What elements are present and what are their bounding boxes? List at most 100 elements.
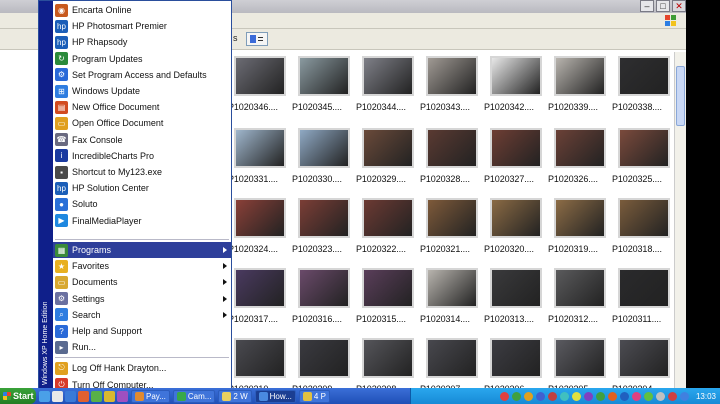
- menu-item-run[interactable]: ▸ Run...: [53, 339, 231, 355]
- thumbnail-item[interactable]: P1020338....: [612, 56, 674, 120]
- task-button[interactable]: 2 W: [218, 389, 252, 403]
- thumbnail-item[interactable]: P1020343....: [420, 56, 490, 120]
- menu-item-new-office-document[interactable]: ▤ New Office Document: [53, 99, 231, 115]
- menu-item-open-office-document[interactable]: ▭ Open Office Document: [53, 115, 231, 131]
- task-button[interactable]: 4 P: [298, 389, 330, 403]
- thumbnail-item[interactable]: P1020305....: [548, 338, 618, 388]
- thumbnail-item[interactable]: P1020309....: [292, 338, 362, 388]
- quick-launch-icon[interactable]: [117, 390, 128, 402]
- tray-icon[interactable]: [511, 391, 521, 401]
- task-button[interactable]: How...: [254, 389, 296, 403]
- menu-item-encarta-online[interactable]: ◉ Encarta Online: [53, 2, 231, 18]
- thumbnail-item[interactable]: P1020319....: [548, 198, 618, 262]
- views-button[interactable]: [246, 32, 268, 46]
- thumbnail-item[interactable]: P1020324....: [228, 198, 298, 262]
- menu-item-hp-rhapsody[interactable]: hp HP Rhapsody: [53, 34, 231, 50]
- taskbar: Start Pay... Cam... 2 W How... 4 P 13:03: [0, 388, 720, 404]
- menu-item-favorites[interactable]: ★ Favorites: [53, 258, 231, 274]
- close-button[interactable]: ✕: [672, 0, 686, 12]
- thumbnail-item[interactable]: P1020311....: [612, 268, 674, 332]
- thumbnail-item[interactable]: P1020318....: [612, 198, 674, 262]
- minimize-button[interactable]: –: [640, 0, 654, 12]
- menu-item-shortcut-to-my123-exe[interactable]: ▪ Shortcut to My123.exe: [53, 164, 231, 180]
- menu-item-documents[interactable]: ▭ Documents: [53, 274, 231, 290]
- tray-icon[interactable]: [655, 391, 665, 401]
- submenu-arrow-icon: [223, 247, 227, 253]
- tray-icon[interactable]: [619, 391, 629, 401]
- thumbnail-item[interactable]: P1020346....: [228, 56, 298, 120]
- thumbnail-item[interactable]: P1020321....: [420, 198, 490, 262]
- thumbnail-item[interactable]: P1020329....: [356, 128, 426, 192]
- thumbnail-item[interactable]: P1020325....: [612, 128, 674, 192]
- thumbnail-item[interactable]: P1020342....: [484, 56, 554, 120]
- thumbnail-item[interactable]: P1020330....: [292, 128, 362, 192]
- tray-icon[interactable]: [631, 391, 641, 401]
- start-button[interactable]: Start: [0, 388, 36, 404]
- tray-icon[interactable]: [499, 391, 509, 401]
- tray-icon[interactable]: [583, 391, 593, 401]
- tray-icon[interactable]: [679, 391, 689, 401]
- thumbnail-item[interactable]: P1020310....: [228, 338, 298, 388]
- menu-item-fax-console[interactable]: ☎ Fax Console: [53, 132, 231, 148]
- menu-item-settings[interactable]: ⚙ Settings: [53, 291, 231, 307]
- tray-icon[interactable]: [535, 391, 545, 401]
- thumbnail-item[interactable]: P1020314....: [420, 268, 490, 332]
- quick-launch-icon[interactable]: [39, 390, 50, 402]
- menu-item-hp-solution-center[interactable]: hp HP Solution Center: [53, 180, 231, 196]
- thumbnail-item[interactable]: P1020323....: [292, 198, 362, 262]
- thumbnail-item[interactable]: P1020328....: [420, 128, 490, 192]
- menu-item-program-updates[interactable]: ↻ Program Updates: [53, 51, 231, 67]
- thumbnail-item[interactable]: P1020306....: [484, 338, 554, 388]
- vertical-scrollbar[interactable]: [674, 52, 686, 390]
- menu-item-finalmediaplayer[interactable]: ▶ FinalMediaPlayer: [53, 213, 231, 229]
- thumbnail-item[interactable]: P1020315....: [356, 268, 426, 332]
- menu-item-log-off-hank-drayton[interactable]: ⎋ Log Off Hank Drayton...: [53, 360, 231, 376]
- tray-icon[interactable]: [607, 391, 617, 401]
- menu-item-label: Help and Support: [72, 326, 143, 336]
- quick-launch-icon[interactable]: [78, 390, 89, 402]
- thumbnail-item[interactable]: P1020304....: [612, 338, 674, 388]
- thumbnail-item[interactable]: P1020316....: [292, 268, 362, 332]
- thumbnail-item[interactable]: P1020317....: [228, 268, 298, 332]
- tray-icon[interactable]: [643, 391, 653, 401]
- quick-launch-icon[interactable]: [104, 390, 115, 402]
- menu-item-search[interactable]: ⌕ Search: [53, 307, 231, 323]
- tray-icon[interactable]: [523, 391, 533, 401]
- thumbnail-item[interactable]: P1020320....: [484, 198, 554, 262]
- menu-item-hp-photosmart-premier[interactable]: hp HP Photosmart Premier: [53, 18, 231, 34]
- quick-launch-icon[interactable]: [91, 390, 102, 402]
- thumbnail-item[interactable]: P1020313....: [484, 268, 554, 332]
- thumbnail-item[interactable]: P1020339....: [548, 56, 618, 120]
- menu-item-programs[interactable]: ▦ Programs: [53, 242, 231, 258]
- menu-item-windows-update[interactable]: ⊞ Windows Update: [53, 83, 231, 99]
- start-menu-edition-text: Windows XP Home Edition: [42, 301, 49, 385]
- task-button[interactable]: Cam...: [172, 389, 216, 403]
- menu-item-incrediblecharts-pro[interactable]: i IncredibleCharts Pro: [53, 148, 231, 164]
- menu-item-soluto[interactable]: ● Soluto: [53, 196, 231, 212]
- menu-item-label: Search: [72, 309, 101, 320]
- quick-launch-icon[interactable]: [65, 390, 76, 402]
- task-button[interactable]: Pay...: [131, 389, 170, 403]
- tray-icon[interactable]: [559, 391, 569, 401]
- thumbnail-item[interactable]: P1020326....: [548, 128, 618, 192]
- thumbnail-image: [362, 128, 414, 168]
- thumbnail-image: [554, 128, 606, 168]
- tray-icon[interactable]: [547, 391, 557, 401]
- quick-launch-icon[interactable]: [52, 390, 63, 402]
- thumbnail-item[interactable]: P1020308....: [356, 338, 426, 388]
- thumbnail-item[interactable]: P1020331....: [228, 128, 298, 192]
- tray-icon[interactable]: [571, 391, 581, 401]
- tray-icon[interactable]: [595, 391, 605, 401]
- thumbnail-item[interactable]: P1020307....: [420, 338, 490, 388]
- thumbnail-item[interactable]: P1020312....: [548, 268, 618, 332]
- scrollbar-thumb[interactable]: [676, 66, 685, 126]
- tray-icon[interactable]: [667, 391, 677, 401]
- thumbnail-item[interactable]: P1020344....: [356, 56, 426, 120]
- maximize-button[interactable]: □: [656, 0, 670, 12]
- thumbnail-item[interactable]: P1020322....: [356, 198, 426, 262]
- thumbnail-item[interactable]: P1020345....: [292, 56, 362, 120]
- clock[interactable]: 13:03: [696, 392, 716, 401]
- menu-item-help-and-support[interactable]: ? Help and Support: [53, 323, 231, 339]
- thumbnail-item[interactable]: P1020327....: [484, 128, 554, 192]
- menu-item-set-program-access-and-defaults[interactable]: ⚙ Set Program Access and Defaults: [53, 67, 231, 83]
